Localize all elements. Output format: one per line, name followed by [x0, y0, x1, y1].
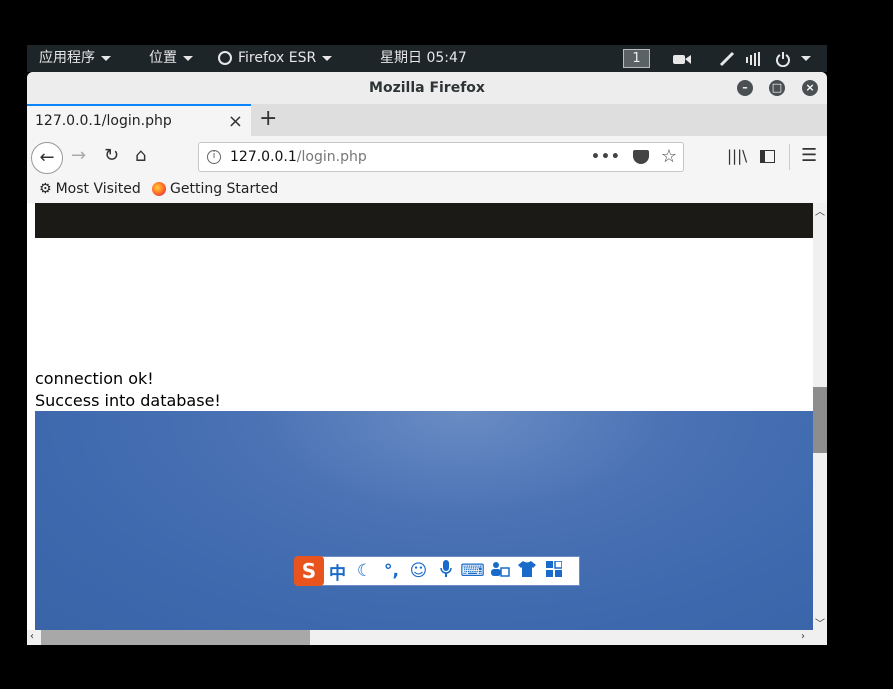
vertical-scrollbar[interactable]: ︿ ﹀	[813, 203, 827, 630]
user-card-icon[interactable]	[486, 561, 513, 582]
dark-background-image	[35, 203, 813, 238]
bookmark-most-visited[interactable]: ⚙ Most Visited	[39, 181, 141, 197]
page-actions-icon[interactable]: •••	[591, 143, 621, 171]
bookmark-label: Getting Started	[170, 181, 279, 197]
vertical-scroll-thumb[interactable]	[813, 387, 827, 453]
window-titlebar: Mozilla Firefox – □ ×	[27, 72, 827, 104]
chevron-down-icon	[322, 55, 333, 61]
library-icon[interactable]: |||\	[727, 146, 747, 166]
chevron-down-icon	[183, 55, 193, 61]
navigation-toolbar: ← → ↻ ⌂ i 127.0.0.1/login.php ••• ☆ |||\…	[27, 136, 827, 178]
bookmark-star-icon[interactable]: ☆	[661, 143, 677, 171]
back-button[interactable]: ←	[31, 142, 63, 174]
volume-icon[interactable]	[745, 45, 763, 72]
url-path: /login.php	[296, 149, 367, 165]
punctuation-icon[interactable]: °,	[378, 561, 405, 581]
scroll-down-icon[interactable]: ﹀	[815, 615, 825, 630]
gnome-top-bar: 应用程序 位置 Firefox ESR 星期日 05:47 1	[27, 45, 827, 72]
info-icon[interactable]: i	[207, 150, 221, 164]
horizontal-scrollbar[interactable]: ‹ ›	[27, 630, 827, 645]
gear-icon: ⚙	[39, 181, 52, 197]
bookmarks-toolbar: ⚙ Most Visited Getting Started	[27, 178, 827, 204]
applications-menu[interactable]: 应用程序	[39, 45, 111, 72]
tab-title: 127.0.0.1/login.php	[35, 113, 172, 129]
microphone-icon[interactable]	[432, 559, 459, 583]
places-menu[interactable]: 位置	[149, 45, 193, 72]
success-message: Success into database!	[35, 391, 221, 410]
menu-icon[interactable]: ☰	[801, 146, 817, 166]
forward-button[interactable]: →	[71, 146, 86, 166]
scroll-left-icon[interactable]: ‹	[30, 631, 34, 642]
grid-menu-icon[interactable]	[540, 559, 567, 582]
moon-icon[interactable]: ☾	[351, 561, 378, 581]
pocket-icon[interactable]	[632, 150, 649, 164]
close-tab-icon[interactable]: ×	[228, 111, 243, 132]
ime-toolbar[interactable]: S 中 ☾ °, ☺ ⌨	[294, 556, 580, 586]
url-host: 127.0.0.1	[230, 149, 297, 165]
bookmark-getting-started[interactable]: Getting Started	[152, 181, 278, 197]
app-menu[interactable]: Firefox ESR	[218, 45, 333, 72]
tab-strip: 127.0.0.1/login.php × +	[27, 104, 827, 136]
window-title: Mozilla Firefox	[369, 80, 485, 96]
keyboard-icon[interactable]: ⌨	[459, 561, 486, 581]
horizontal-scroll-thumb[interactable]	[41, 630, 310, 645]
home-button[interactable]: ⌂	[135, 146, 146, 166]
tshirt-icon[interactable]	[513, 560, 540, 582]
tab-login[interactable]: 127.0.0.1/login.php ×	[27, 104, 251, 136]
ime-mode-button[interactable]: 中	[324, 559, 351, 584]
applications-label: 应用程序	[39, 50, 95, 66]
sogou-logo-icon[interactable]: S	[294, 556, 324, 586]
page-content: connection ok! Success into database! S …	[27, 203, 813, 630]
firefox-window: Mozilla Firefox – □ × 127.0.0.1/login.ph…	[27, 72, 827, 645]
minimize-button[interactable]: –	[737, 80, 753, 96]
new-tab-button[interactable]: +	[259, 106, 277, 131]
scroll-up-icon[interactable]: ︿	[815, 203, 825, 218]
pen-icon[interactable]	[719, 45, 735, 72]
chevron-down-icon	[101, 55, 111, 61]
emoji-icon[interactable]: ☺	[405, 561, 432, 581]
workspace-indicator[interactable]: 1	[623, 49, 650, 68]
maximize-button[interactable]: □	[769, 80, 785, 96]
firefox-app-icon	[218, 51, 232, 65]
chevron-down-icon	[801, 56, 811, 61]
sidebar-icon[interactable]	[760, 146, 775, 168]
bookmark-label: Most Visited	[55, 181, 141, 197]
firefox-icon	[152, 182, 166, 196]
close-window-button[interactable]: ×	[802, 80, 818, 96]
app-name-label: Firefox ESR	[238, 50, 317, 66]
clock[interactable]: 星期日 05:47	[380, 45, 467, 72]
connection-message: connection ok!	[35, 369, 154, 388]
reload-button[interactable]: ↻	[104, 146, 119, 166]
places-label: 位置	[149, 50, 177, 66]
toolbar-separator	[789, 144, 790, 170]
url-bar[interactable]: i 127.0.0.1/login.php ••• ☆	[198, 142, 684, 172]
power-icon[interactable]	[775, 45, 811, 72]
scroll-right-icon[interactable]: ›	[801, 631, 805, 642]
camera-icon[interactable]	[673, 45, 691, 72]
blue-background-image	[35, 411, 813, 630]
